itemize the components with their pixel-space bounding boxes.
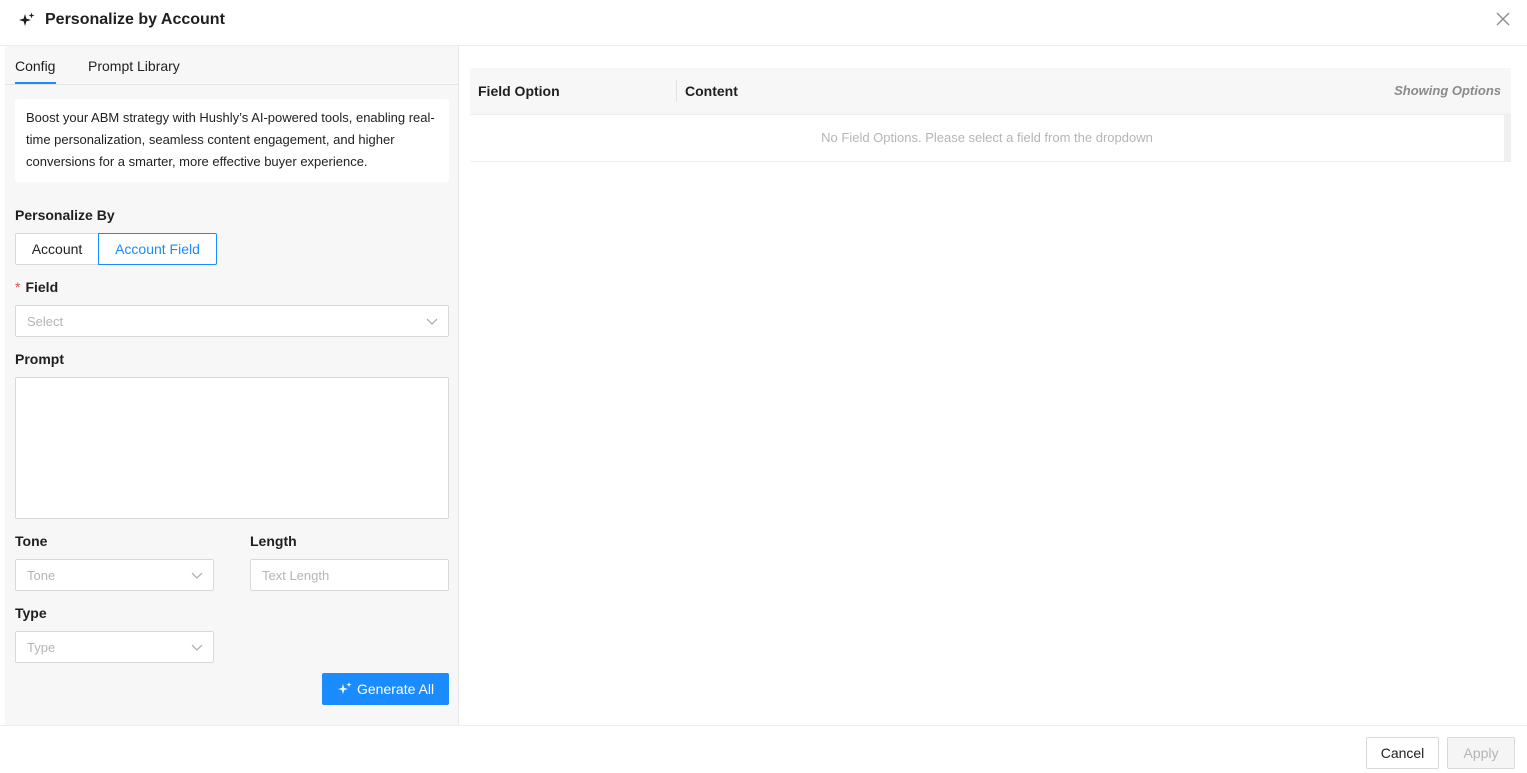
cancel-button[interactable]: Cancel	[1366, 737, 1439, 769]
sparkle-icon	[338, 682, 352, 694]
intro-text: Boost your ABM strategy with Hushly’s AI…	[15, 99, 449, 182]
type-select-placeholder: Type	[27, 640, 56, 655]
field-select[interactable]: Select	[15, 305, 449, 337]
segment-account-field[interactable]: Account Field	[98, 233, 217, 265]
showing-options-label: Showing Options	[1394, 83, 1501, 98]
prompt-textarea[interactable]	[15, 377, 449, 519]
field-options-panel: Field Option Content Showing Options No …	[460, 46, 1527, 725]
sparkle-icon	[19, 12, 35, 26]
scrollbar[interactable]	[1504, 115, 1511, 161]
tab-prompt-library[interactable]: Prompt Library	[88, 58, 180, 74]
field-label: * Field	[15, 279, 59, 295]
column-header-field-option: Field Option	[478, 83, 560, 99]
tone-select[interactable]: Tone	[15, 559, 214, 591]
tone-select-placeholder: Tone	[27, 568, 56, 583]
modal-title: Personalize by Account	[45, 11, 225, 28]
type-label: Type	[15, 605, 47, 621]
apply-button[interactable]: Apply	[1447, 737, 1515, 769]
tab-config[interactable]: Config	[15, 58, 55, 74]
length-input[interactable]: Text Length	[250, 559, 449, 591]
active-tab-indicator	[15, 82, 56, 84]
type-select[interactable]: Type	[15, 631, 214, 663]
required-marker: *	[15, 279, 21, 295]
personalize-by-label: Personalize By	[15, 207, 115, 223]
column-header-content: Content	[685, 83, 738, 99]
chevron-down-icon	[191, 644, 203, 651]
close-icon[interactable]	[1495, 11, 1511, 27]
field-select-placeholder: Select	[27, 314, 64, 329]
length-label: Length	[250, 533, 297, 549]
tab-bar: Config Prompt Library	[5, 46, 459, 85]
modal-header: Personalize by Account	[0, 0, 1527, 46]
table-body: No Field Options. Please select a field …	[470, 115, 1511, 162]
config-panel: Config Prompt Library Boost your ABM str…	[5, 46, 459, 725]
segment-account[interactable]: Account	[15, 233, 99, 265]
length-input-placeholder: Text Length	[262, 568, 330, 583]
generate-all-button[interactable]: Generate All	[322, 673, 449, 705]
modal-footer: Cancel Apply	[0, 725, 1527, 773]
tone-label: Tone	[15, 533, 48, 549]
generate-all-label: Generate All	[357, 681, 435, 697]
column-divider	[676, 80, 677, 102]
table-header: Field Option Content Showing Options	[470, 68, 1511, 115]
empty-state-text: No Field Options. Please select a field …	[821, 130, 1153, 145]
chevron-down-icon	[426, 318, 438, 325]
chevron-down-icon	[191, 572, 203, 579]
prompt-label: Prompt	[15, 351, 64, 367]
